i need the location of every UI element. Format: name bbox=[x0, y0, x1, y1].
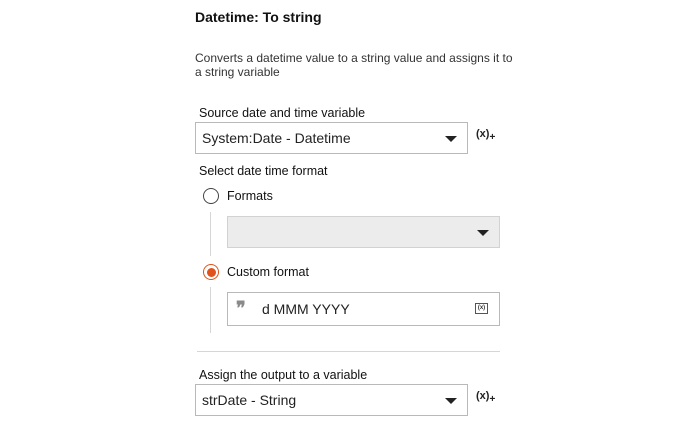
plus-icon: + bbox=[489, 132, 496, 144]
insert-variable-icon[interactable]: (x) bbox=[475, 303, 488, 314]
source-variable-value: System:Date - Datetime bbox=[202, 130, 351, 146]
panel-description: Converts a datetime value to a string va… bbox=[195, 51, 513, 79]
format-section-label: Select date time format bbox=[199, 164, 328, 178]
custom-format-radio[interactable] bbox=[203, 264, 219, 280]
source-insert-variable-button[interactable]: (x)+ bbox=[476, 128, 495, 143]
variable-icon: (x) bbox=[476, 128, 490, 140]
chevron-down-icon bbox=[445, 398, 457, 404]
formats-radio[interactable] bbox=[203, 188, 219, 204]
formats-radio-label: Formats bbox=[227, 189, 273, 203]
custom-indent-line bbox=[210, 287, 211, 333]
output-variable-value: strDate - String bbox=[202, 392, 297, 408]
plus-icon: + bbox=[489, 394, 496, 406]
output-insert-variable-button[interactable]: (x)+ bbox=[476, 390, 495, 405]
chevron-down-icon bbox=[445, 136, 457, 142]
section-divider bbox=[197, 351, 500, 352]
panel-title: Datetime: To string bbox=[195, 9, 322, 25]
chevron-down-icon bbox=[477, 230, 489, 236]
output-variable-label: Assign the output to a variable bbox=[199, 368, 368, 382]
formats-dropdown[interactable] bbox=[227, 216, 500, 248]
source-variable-dropdown[interactable]: System:Date - Datetime bbox=[195, 122, 468, 154]
variable-icon: (x) bbox=[476, 390, 490, 402]
custom-format-radio-label: Custom format bbox=[227, 265, 309, 279]
custom-format-input[interactable]: ❞ d MMM YYYY (x) bbox=[227, 292, 500, 326]
formats-indent-line bbox=[210, 212, 211, 256]
quote-icon: ❞ bbox=[236, 298, 246, 319]
custom-format-value: d MMM YYYY bbox=[262, 301, 350, 317]
output-variable-dropdown[interactable]: strDate - String bbox=[195, 384, 468, 416]
source-variable-label: Source date and time variable bbox=[199, 106, 366, 120]
